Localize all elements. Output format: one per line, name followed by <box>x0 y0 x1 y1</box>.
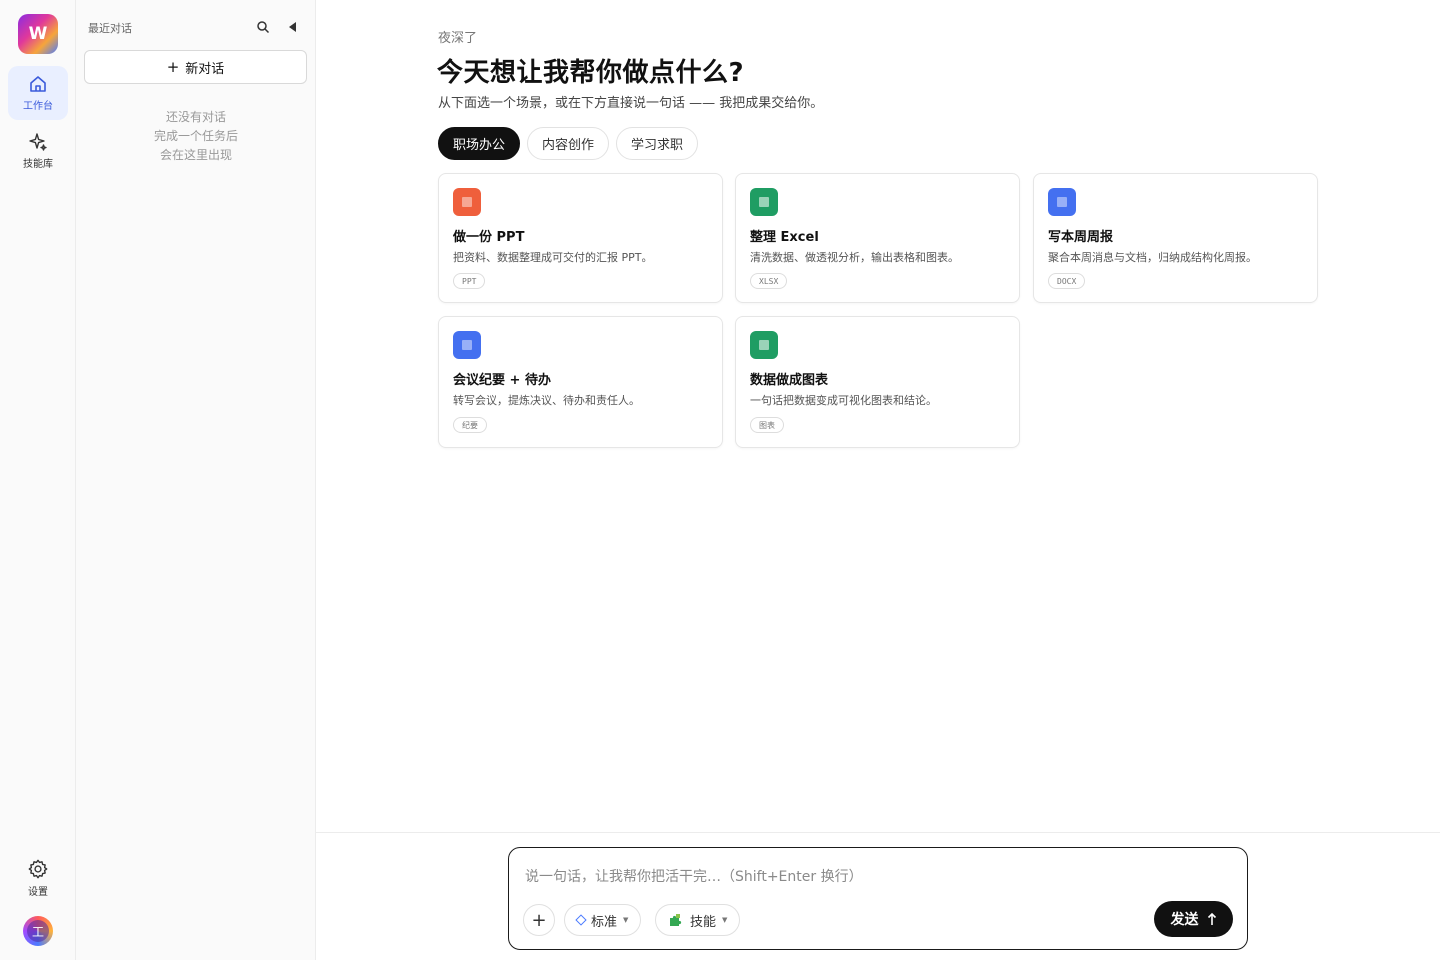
settings-button[interactable]: 设置 <box>8 852 68 904</box>
page-title: 今天想让我帮你做点什么? <box>437 58 745 88</box>
scenario-card-excel[interactable]: 整理 Excel 清洗数据、做透视分析，输出表格和图表。 XLSX <box>735 173 1020 303</box>
card-tag: PPT <box>453 273 486 289</box>
rail-item-label: 工作台 <box>23 101 53 112</box>
presentation-icon <box>453 188 481 216</box>
card-title: 整理 Excel <box>750 230 819 245</box>
spreadsheet-icon <box>750 188 778 216</box>
scenario-card-weekly-report[interactable]: 写本周周报 聚合本周消息与文档，归纳成结构化周报。 DOCX <box>1033 173 1318 303</box>
arrow-up-icon <box>1207 912 1216 925</box>
card-tag: 图表 <box>750 417 784 433</box>
sparkle-icon <box>29 133 47 151</box>
attach-button[interactable]: + <box>523 904 555 936</box>
document-icon <box>453 331 481 359</box>
app-logo-text: W <box>28 24 48 44</box>
plus-icon: + <box>531 909 547 931</box>
card-description: 清洗数据、做透视分析，输出表格和图表。 <box>750 251 959 264</box>
gear-icon <box>28 859 48 879</box>
card-tag: 纪要 <box>453 417 487 433</box>
message-input[interactable]: 说一句话，让我帮你把活干完…（Shift+Enter 换行） <box>525 866 863 886</box>
plus-icon: + <box>166 57 180 76</box>
scenario-card-meeting-notes[interactable]: 会议纪要 + 待办 转写会议，提炼决议、待办和责任人。 纪要 <box>438 316 723 448</box>
new-chat-button[interactable]: + 新对话 <box>84 50 307 84</box>
main-panel: 夜深了 今天想让我帮你做点什么? 从下面选一个场景，或在下方直接说一句话 —— … <box>316 0 1440 960</box>
page-subtitle: 从下面选一个场景，或在下方直接说一句话 —— 我把成果交给你。 <box>438 96 824 111</box>
empty-line: 还没有对话 <box>165 110 226 124</box>
puzzle-icon <box>670 914 682 926</box>
search-icon[interactable] <box>256 20 270 34</box>
send-button[interactable]: 发送 <box>1154 901 1233 937</box>
empty-line: 会在这里出现 <box>159 148 232 162</box>
card-title: 写本周周报 <box>1048 230 1114 245</box>
greeting-small: 夜深了 <box>438 31 478 46</box>
card-description: 聚合本周消息与文档，归纳成结构化周报。 <box>1048 251 1257 264</box>
scenario-card-data-chart[interactable]: 数据做成图表 一句话把数据变成可视化图表和结论。 图表 <box>735 316 1020 448</box>
diamond-icon <box>575 914 587 926</box>
skill-label: 技能 <box>690 914 717 930</box>
collapse-sidebar-icon[interactable] <box>286 20 298 34</box>
empty-state: 还没有对话 完成一个任务后 会在这里出现 <box>76 108 316 165</box>
skill-selector[interactable]: 技能 ▼ <box>655 904 741 936</box>
new-chat-label: 新对话 <box>185 61 225 77</box>
tab-content-creation[interactable]: 内容创作 <box>527 127 610 160</box>
composer-divider <box>316 832 1440 833</box>
avatar-text: 工 <box>27 920 49 942</box>
rail-item-skills[interactable]: 技能库 <box>8 124 68 178</box>
recent-conversations-title: 最近对话 <box>88 22 132 35</box>
home-icon <box>30 76 46 92</box>
card-title: 做一份 PPT <box>453 230 525 245</box>
avatar[interactable]: 工 <box>23 916 53 946</box>
scenario-card-ppt[interactable]: 做一份 PPT 把资料、数据整理成可交付的汇报 PPT。 PPT <box>438 173 723 303</box>
card-tag: DOCX <box>1048 273 1086 289</box>
mode-selector[interactable]: 标准 ▼ <box>564 904 642 936</box>
card-title: 会议纪要 + 待办 <box>453 373 551 388</box>
chevron-down-icon: ▼ <box>722 916 728 924</box>
card-title: 数据做成图表 <box>750 373 829 388</box>
tab-study-jobs[interactable]: 学习求职 <box>616 127 699 160</box>
empty-line: 完成一个任务后 <box>153 129 238 143</box>
mode-label: 标准 <box>591 914 618 930</box>
rail-item-label: 技能库 <box>23 159 53 170</box>
card-description: 一句话把数据变成可视化图表和结论。 <box>750 394 937 407</box>
composer: 说一句话，让我帮你把活干完…（Shift+Enter 换行） + 标准 ▼ 技能… <box>508 847 1248 950</box>
tab-office[interactable]: 职场办公 <box>438 127 521 160</box>
left-rail: W 工作台 技能库 设置 工 <box>0 0 76 960</box>
settings-label: 设置 <box>28 887 48 898</box>
rail-item-workbench[interactable]: 工作台 <box>8 66 68 120</box>
card-tag: XLSX <box>750 273 788 289</box>
card-description: 把资料、数据整理成可交付的汇报 PPT。 <box>453 251 653 264</box>
document-icon <box>1048 188 1076 216</box>
spreadsheet-icon <box>750 331 778 359</box>
app-logo[interactable]: W <box>18 14 58 54</box>
send-label: 发送 <box>1170 912 1199 928</box>
scenario-tabs: 职场办公 内容创作 学习求职 <box>438 127 699 160</box>
chevron-down-icon: ▼ <box>623 916 629 924</box>
conversation-sidebar: 最近对话 + 新对话 还没有对话 完成一个任务后 会在这里出现 <box>76 0 316 960</box>
card-description: 转写会议，提炼决议、待办和责任人。 <box>453 394 640 407</box>
